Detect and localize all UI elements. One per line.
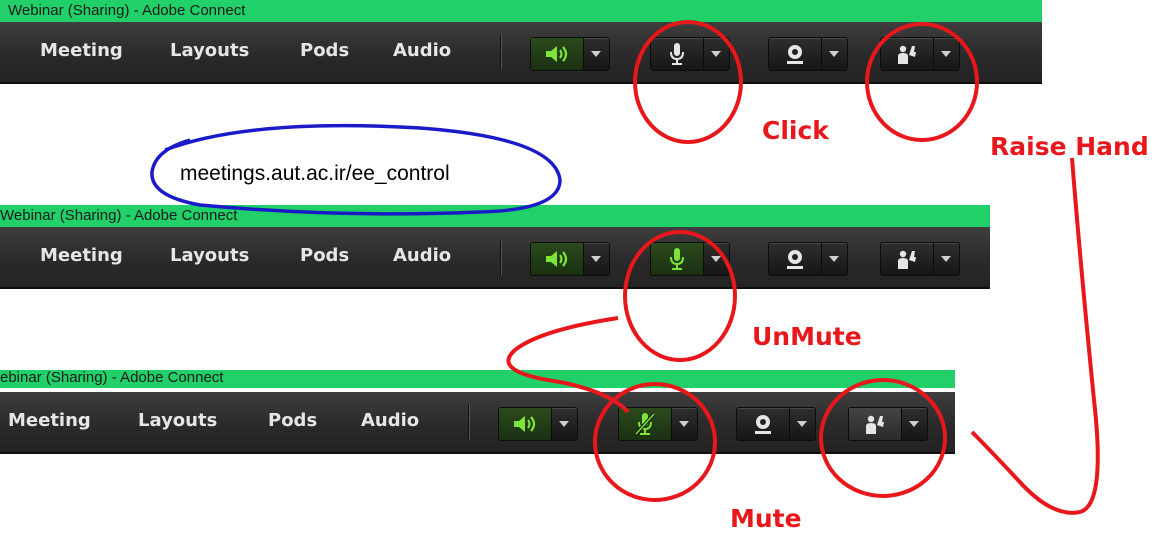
unmute-mic-circle bbox=[623, 230, 737, 362]
annotation-click: Click bbox=[762, 116, 829, 145]
url-highlight-ellipse bbox=[150, 123, 562, 216]
annotation-mute: Mute bbox=[730, 504, 802, 533]
click-mic-circle bbox=[633, 20, 743, 144]
unmute-to-mute-connector bbox=[506, 316, 630, 414]
raise-hand-connector bbox=[970, 157, 1100, 515]
raise-hand-circle-top bbox=[865, 22, 979, 142]
raise-hand-circle-bottom bbox=[819, 378, 947, 498]
annotation-overlay bbox=[150, 20, 1100, 515]
annotation-unmute: UnMute bbox=[752, 322, 862, 351]
annotation-raise-hand: Raise Hand bbox=[990, 132, 1149, 161]
mute-mic-circle bbox=[593, 382, 717, 502]
